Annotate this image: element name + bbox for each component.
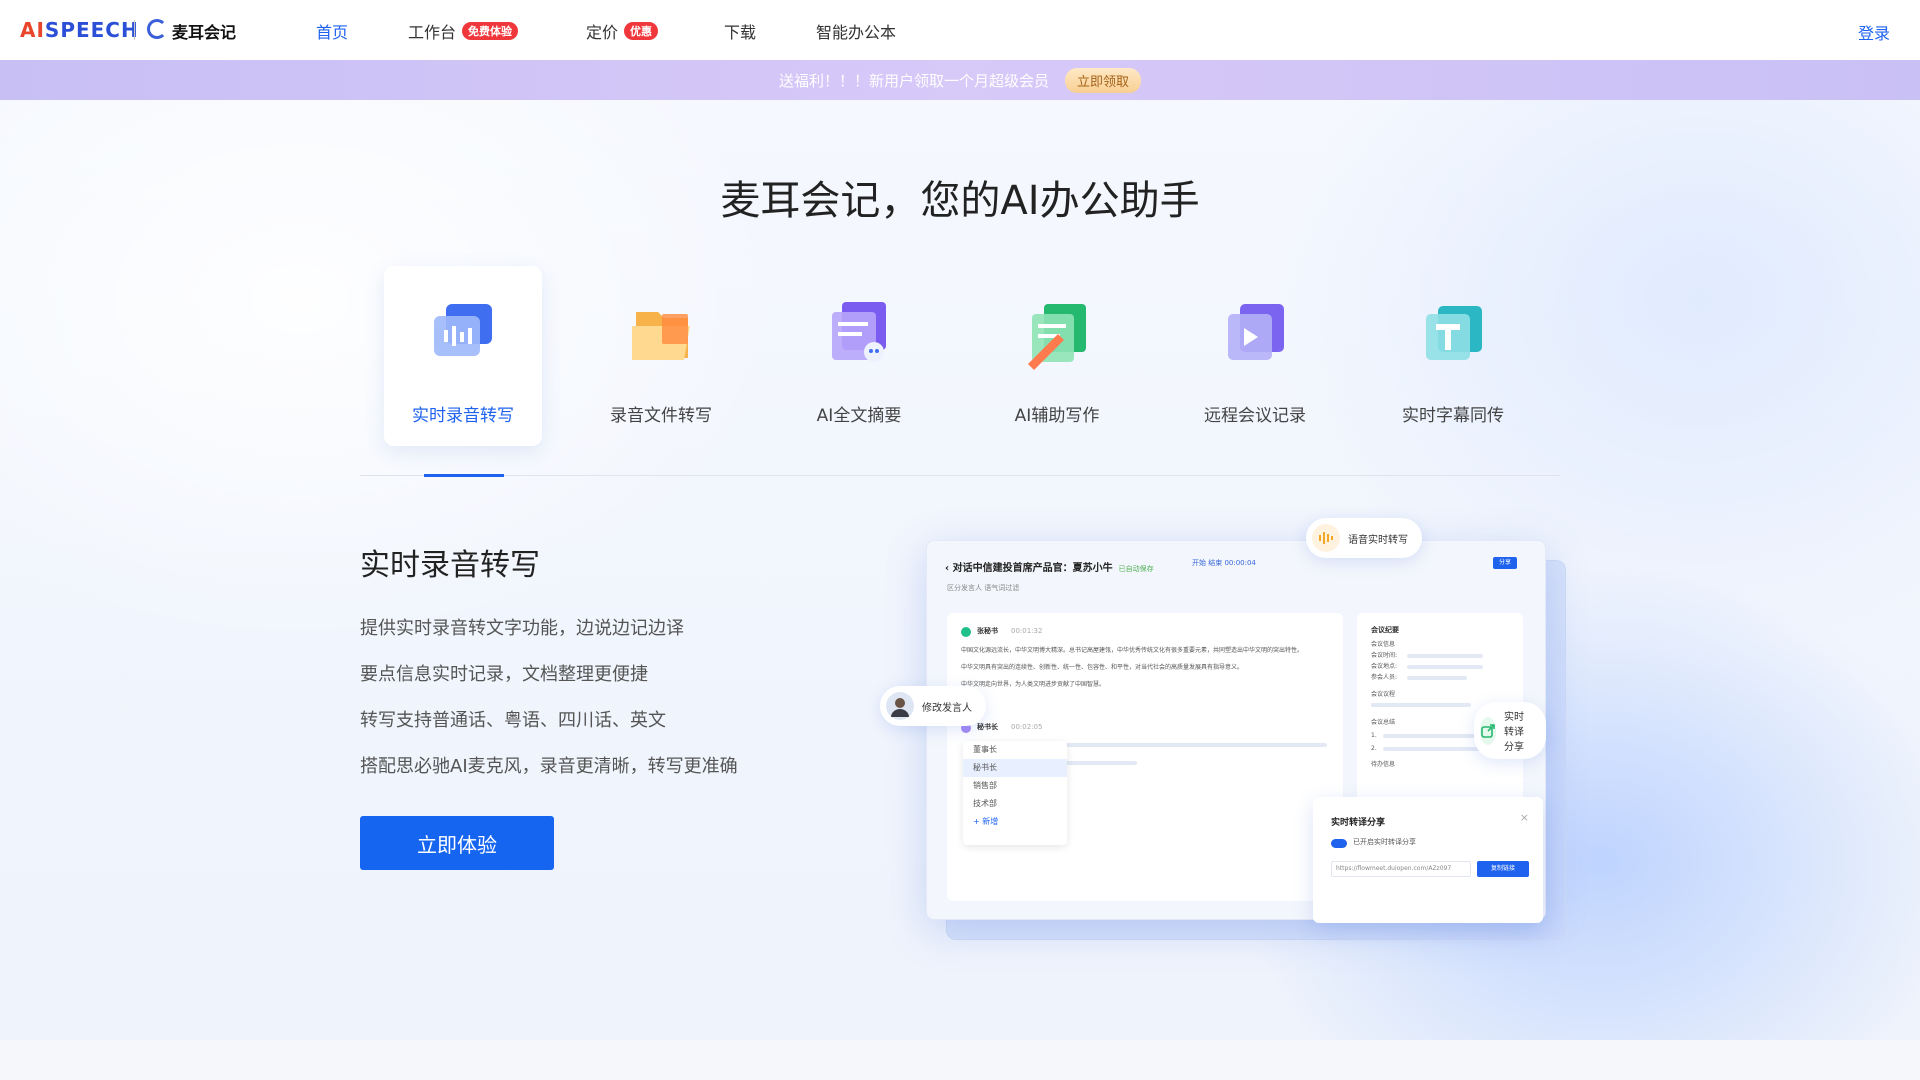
transcript-line: 中华文明具有突出的连续性、创新性、统一性、包容性、和平性，对当代社会的高质量发展…	[961, 664, 1244, 671]
text-placeholder	[1057, 743, 1327, 747]
share-panel-title: 实时转译分享	[1331, 818, 1386, 828]
brand-logo-icon	[147, 19, 167, 39]
summary-label: 参会人员:	[1371, 674, 1398, 681]
mockup-title: ‹ 对话中信建投首席产品官：夏苏小牛 已自动保存	[945, 563, 1154, 574]
promo-bar: 送福利！！！新用户领取一个月超级会员 立即领取	[0, 60, 1920, 100]
tab-remote-meeting[interactable]: 远程会议记录	[1176, 266, 1334, 446]
text-placeholder	[1407, 654, 1483, 658]
tab-label: 实时录音转写	[412, 406, 514, 426]
mic-wave-icon	[434, 304, 492, 356]
tab-realtime-subtitles[interactable]: 实时字幕同传	[1374, 266, 1532, 446]
feature-item: 提供实时录音转文字功能，边说边记边译	[360, 618, 684, 639]
text-placeholder	[1407, 676, 1467, 680]
summary-label: 2.	[1371, 745, 1377, 752]
text-placeholder	[1371, 703, 1471, 707]
feature-item: 搭配思必驰AI麦克风，录音更清晰，转写更准确	[360, 756, 738, 777]
tab-audio-file-transcription[interactable]: 录音文件转写	[582, 266, 740, 446]
discount-badge: 优惠	[624, 22, 659, 40]
summary-label: 待办信息	[1371, 761, 1396, 768]
sound-wave-icon	[1312, 524, 1340, 552]
promo-text: 送福利！！！新用户领取一个月超级会员	[778, 71, 1049, 90]
close-icon: ×	[1519, 811, 1529, 824]
video-play-icon	[1228, 304, 1284, 360]
text-placeholder	[1407, 665, 1483, 669]
page-title: 麦耳会记，您的AI办公助手	[720, 178, 1200, 224]
brand-name[interactable]: 麦耳会记	[172, 19, 236, 43]
speaker-option: 董事长	[973, 745, 997, 754]
share-toggle-label: 已开启实时转译分享	[1353, 838, 1416, 846]
feature-tabs: 实时录音转写 录音文件转写 AI全文摘要 AI辅助写作 远程会议记录 实时字幕同…	[380, 266, 1560, 446]
back-chevron-icon: ‹	[945, 563, 953, 574]
tab-ai-writing[interactable]: AI辅助写作	[978, 266, 1136, 446]
top-nav: AISPEECH 麦耳会记 首页 工作台 免费体验 定价 优惠 下载 智能办公本…	[0, 0, 1920, 60]
robot-summary-icon	[832, 302, 886, 362]
tab-label: 实时字幕同传	[1402, 406, 1504, 426]
mockup-options: 区分发言人 语气词过滤	[947, 584, 1020, 592]
speaker-option: 秘书长	[963, 759, 1067, 777]
recording-controls: 开始 结束 00:00:04	[1192, 559, 1256, 567]
tab-label: 录音文件转写	[610, 406, 712, 426]
feature-item: 要点信息实时记录，文档整理更便捷	[360, 664, 648, 685]
avatar	[886, 692, 914, 720]
speaker-time: 00:01:32	[1011, 627, 1043, 635]
share-panel: 实时转译分享 × 已开启实时转译分享 https://flowmeet.duio…	[1313, 797, 1543, 923]
tab-ai-summary[interactable]: AI全文摘要	[780, 266, 938, 446]
external-share-icon	[1480, 716, 1496, 745]
speaker-name: 秘书长	[977, 723, 998, 731]
active-tab-indicator	[424, 474, 504, 477]
logo-divider	[134, 20, 135, 40]
free-trial-badge: 免费体验	[462, 22, 519, 40]
speaker-option: 技术部	[973, 799, 997, 808]
nav-item-workbench[interactable]: 工作台 免费体验	[408, 19, 519, 43]
feature-item: 转写支持普通话、粤语、四川话、英文	[360, 710, 666, 731]
tab-label: 远程会议记录	[1204, 406, 1306, 426]
tab-label: AI全文摘要	[816, 406, 902, 426]
mockup-share-button: 分享	[1493, 557, 1517, 569]
speaker-name: 张秘书	[977, 627, 998, 635]
summary-title: 会议纪要	[1371, 626, 1399, 634]
speaker-add-option: + 新增	[973, 817, 999, 826]
text-placeholder	[1383, 747, 1489, 751]
share-url-field: https://flowmeet.duiopen.com/AZz097	[1331, 861, 1471, 877]
bottom-band	[0, 1040, 1920, 1080]
speaker-dropdown: 董事长 秘书长 销售部 技术部 + 新增	[963, 741, 1067, 845]
chip-live-share: 实时转译分享	[1474, 702, 1546, 759]
chip-edit-speaker: 修改发言人	[880, 686, 986, 726]
speaker-avatar	[961, 627, 971, 637]
nav-item-download[interactable]: 下载	[724, 19, 756, 43]
try-now-button[interactable]: 立即体验	[360, 816, 554, 870]
nav-item-pricing[interactable]: 定价 优惠	[586, 19, 659, 43]
subtitle-t-icon	[1426, 306, 1482, 360]
nav-item-home[interactable]: 首页	[316, 19, 348, 43]
folder-icon	[632, 312, 690, 360]
transcript-line: 中国文化源远流长，中华文明博大精深。总书记高屋建瓴，中华优秀传统文化有很多重要元…	[961, 647, 1304, 654]
speaker-time: 00:02:05	[1011, 723, 1043, 731]
tab-label: AI辅助写作	[1014, 406, 1100, 426]
section-title: 实时录音转写	[360, 548, 540, 583]
pen-write-icon	[1028, 304, 1086, 370]
chip-voice-transcribe: 语音实时转写	[1306, 518, 1422, 558]
tabs-divider	[360, 475, 1560, 476]
product-mockup: ‹ 对话中信建投首席产品官：夏苏小牛 已自动保存 开始 结束 00:00:04 分…	[880, 518, 1566, 940]
speaker-option: 销售部	[973, 781, 997, 790]
share-toggle	[1331, 839, 1347, 848]
nav-item-smart-notebook[interactable]: 智能办公本	[816, 19, 896, 43]
summary-label: 会议议程	[1371, 691, 1396, 698]
aispeech-logo[interactable]: AISPEECH	[20, 18, 139, 42]
mockup-window: ‹ 对话中信建投首席产品官：夏苏小牛 已自动保存 开始 结束 00:00:04 分…	[926, 540, 1546, 923]
tab-realtime-transcription[interactable]: 实时录音转写	[384, 266, 542, 446]
feature-list: 提供实时录音转文字功能，边说边记边译 要点信息实时记录，文档整理更便捷 转写支持…	[360, 616, 738, 800]
copy-link-button: 复制链接	[1477, 861, 1529, 877]
login-link[interactable]: 登录	[1858, 20, 1890, 44]
transcript-line: 中华文明走向世界，为人类文明进步贡献了中国智慧。	[961, 681, 1106, 688]
claim-now-button[interactable]: 立即领取	[1065, 67, 1142, 93]
text-placeholder	[1057, 761, 1137, 765]
